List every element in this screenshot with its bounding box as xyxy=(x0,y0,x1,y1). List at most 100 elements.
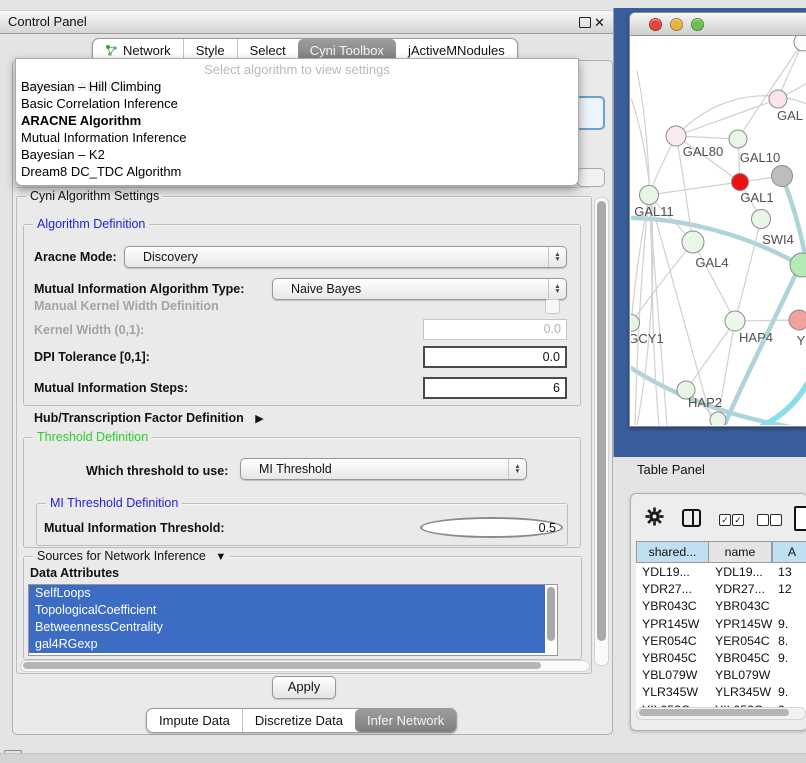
gear-icon[interactable] xyxy=(645,507,664,526)
table-cell: YER054C xyxy=(715,633,770,650)
gal1-node[interactable] xyxy=(732,174,749,191)
algorithm-option-mutual-information-inference[interactable]: Mutual Information Inference xyxy=(16,129,578,146)
table-row[interactable]: YPR145WYPR145W9. xyxy=(636,616,806,633)
algorithm-option-basic-correlation-inference[interactable]: Basic Correlation Inference xyxy=(16,95,578,112)
table-row[interactable]: YDL19...YDL19...13 xyxy=(636,564,806,581)
group-title: Algorithm Definition xyxy=(33,217,149,231)
data-attributes-list[interactable]: SelfLoopsTopologicalCoefficientBetweenne… xyxy=(28,584,558,656)
node-label-gal10: GAL10 xyxy=(740,150,780,165)
split-columns-icon[interactable] xyxy=(682,509,701,527)
node-label-gcy1: GCY1 xyxy=(631,331,664,346)
checked-box-icon[interactable] xyxy=(732,514,744,526)
mi-steps-field[interactable]: 6 xyxy=(423,377,567,399)
table-cell: YBL079W xyxy=(715,667,770,684)
hap4-node[interactable] xyxy=(725,311,745,331)
table-cell: 8. xyxy=(778,633,788,650)
unchecked-box-icon[interactable] xyxy=(757,514,769,526)
node-label-hap2: HAP2 xyxy=(688,395,722,410)
column-header-shared[interactable]: shared... xyxy=(636,541,709,563)
chevron-down-icon[interactable]: ▼ xyxy=(215,551,226,563)
manual-kernel-checkbox[interactable] xyxy=(545,299,560,314)
aracne-mode-label: Aracne Mode: xyxy=(34,250,117,264)
stepper-arrows-icon[interactable] xyxy=(508,459,526,479)
table-cell: YER054C xyxy=(642,633,697,650)
settings-scrollbar-thumb[interactable] xyxy=(597,201,606,641)
tab-label: Discretize Data xyxy=(255,713,343,728)
tab-impute-data[interactable]: Impute Data xyxy=(147,709,242,732)
attribute-item-topologicalcoefficient[interactable]: TopologicalCoefficient xyxy=(29,602,545,619)
zoom-traffic-light[interactable] xyxy=(691,18,704,31)
table-cell: YDR27... xyxy=(715,581,765,598)
attribute-item-selfloops[interactable]: SelfLoops xyxy=(29,585,545,602)
table-row[interactable]: YLR345WYLR345W9. xyxy=(636,684,806,701)
attribute-item-betweennesscentrality[interactable]: BetweennessCentrality xyxy=(29,619,545,636)
salmon-node[interactable] xyxy=(789,310,806,330)
sources-group-toggle[interactable]: Sources for Network Inference ▼ xyxy=(33,549,230,563)
algorithm-dropdown-popup[interactable]: Inference Algorithm Select algorithm to … xyxy=(15,58,579,186)
table-row[interactable]: YDR27...YDR27...12 xyxy=(636,581,806,598)
mi-threshold-field[interactable]: 0.5 xyxy=(420,517,563,538)
node[interactable] xyxy=(752,210,771,229)
stepper-arrows-icon[interactable] xyxy=(548,279,566,299)
algorithm-option-dream8-dc-tdc-algorithm[interactable]: Dream8 DC_TDC Algorithm xyxy=(16,163,578,180)
algorithm-option-aracne-algorithm[interactable]: ARACNE Algorithm xyxy=(16,112,578,129)
column-header-a[interactable]: A xyxy=(772,541,806,563)
tab-discretize-data[interactable]: Discretize Data xyxy=(242,709,355,732)
hub-definition-toggle[interactable]: Hub/Transcription Factor Definition ▶ xyxy=(34,411,264,425)
combobox-fragment[interactable] xyxy=(577,168,605,187)
settings-hscrollbar-thumb[interactable] xyxy=(23,662,541,669)
table-cell: 9. xyxy=(778,650,788,667)
gray-node[interactable] xyxy=(772,166,793,187)
algorithm-option-bayesian-k2[interactable]: Bayesian – K2 xyxy=(16,146,578,163)
network-window-titlebar[interactable] xyxy=(630,13,806,36)
mi-type-combobox[interactable]: Naive Bayes xyxy=(272,278,567,300)
table-row[interactable]: YBL079WYBL079W xyxy=(636,667,806,684)
algorithm-option-bayesian-hill-climbing[interactable]: Bayesian – Hill Climbing xyxy=(16,78,578,95)
table-hscrollbar-thumb[interactable] xyxy=(639,709,789,716)
aracne-mode-combobox[interactable]: Discovery xyxy=(124,246,567,268)
table-row[interactable]: YBR045CYBR045C9. xyxy=(636,650,806,667)
table-hscrollbar[interactable] xyxy=(636,707,806,720)
hub-definition-label: Hub/Transcription Factor Definition xyxy=(34,411,244,425)
settings-scrollbar[interactable] xyxy=(594,197,609,666)
kernel-width-field[interactable]: 0.0 xyxy=(423,319,567,340)
table-cell: YBR043C xyxy=(715,598,770,615)
table-rows: YDL19...YDL19...13YDR27...YDR27...12YBR0… xyxy=(636,564,806,707)
combobox-value: MI Threshold xyxy=(259,462,332,476)
node[interactable] xyxy=(794,36,806,51)
stepper-arrows-icon[interactable] xyxy=(548,247,566,267)
close-traffic-light[interactable] xyxy=(649,18,662,31)
table-row[interactable]: YER054C YER054C 8. xyxy=(636,633,806,650)
document-icon[interactable] xyxy=(794,506,806,531)
tab-infer-network[interactable]: Infer Network xyxy=(355,709,456,732)
node-label-hap4: HAP4 xyxy=(739,330,773,345)
which-threshold-combobox[interactable]: MI Threshold xyxy=(240,458,527,480)
gal80-node[interactable] xyxy=(666,126,686,146)
list-scrollbar-thumb[interactable] xyxy=(547,587,555,641)
network-canvas[interactable]: GALGAL80GAL10GAL1SWI4GAL11GAL4GCY1HAP4YH… xyxy=(631,36,806,425)
column-header-name[interactable]: name xyxy=(709,541,772,563)
attribute-item-gal4rgexp[interactable]: gal4RGexp xyxy=(29,636,545,653)
gal-node[interactable] xyxy=(769,90,787,108)
checked-box-icon[interactable] xyxy=(719,514,731,526)
chevron-right-icon[interactable]: ▶ xyxy=(255,413,263,425)
gal11-node[interactable] xyxy=(640,186,659,205)
node[interactable] xyxy=(710,412,726,425)
float-window-icon[interactable] xyxy=(579,17,591,28)
gal10-node[interactable] xyxy=(729,130,747,148)
gal4-node[interactable] xyxy=(682,231,704,253)
dpi-tolerance-field[interactable]: 0.0 xyxy=(423,346,567,368)
table-cell: YDR27... xyxy=(642,581,692,598)
settings-hscrollbar[interactable] xyxy=(20,660,590,672)
group-title: MI Threshold Definition xyxy=(46,496,182,510)
network-window[interactable]: GALGAL80GAL10GAL1SWI4GAL11GAL4GCY1HAP4YH… xyxy=(629,12,806,427)
unchecked-box-icon[interactable] xyxy=(770,514,782,526)
close-panel-icon[interactable] xyxy=(594,12,605,34)
swi4-node[interactable] xyxy=(790,253,806,277)
table-row[interactable]: YBR043CYBR043C xyxy=(636,598,806,615)
focused-combobox-fragment[interactable] xyxy=(575,96,605,130)
apply-button[interactable]: Apply xyxy=(272,676,336,699)
minimize-traffic-light[interactable] xyxy=(670,18,683,31)
table-cell: 13 xyxy=(778,564,792,581)
node-label-gal1: GAL1 xyxy=(740,190,773,205)
